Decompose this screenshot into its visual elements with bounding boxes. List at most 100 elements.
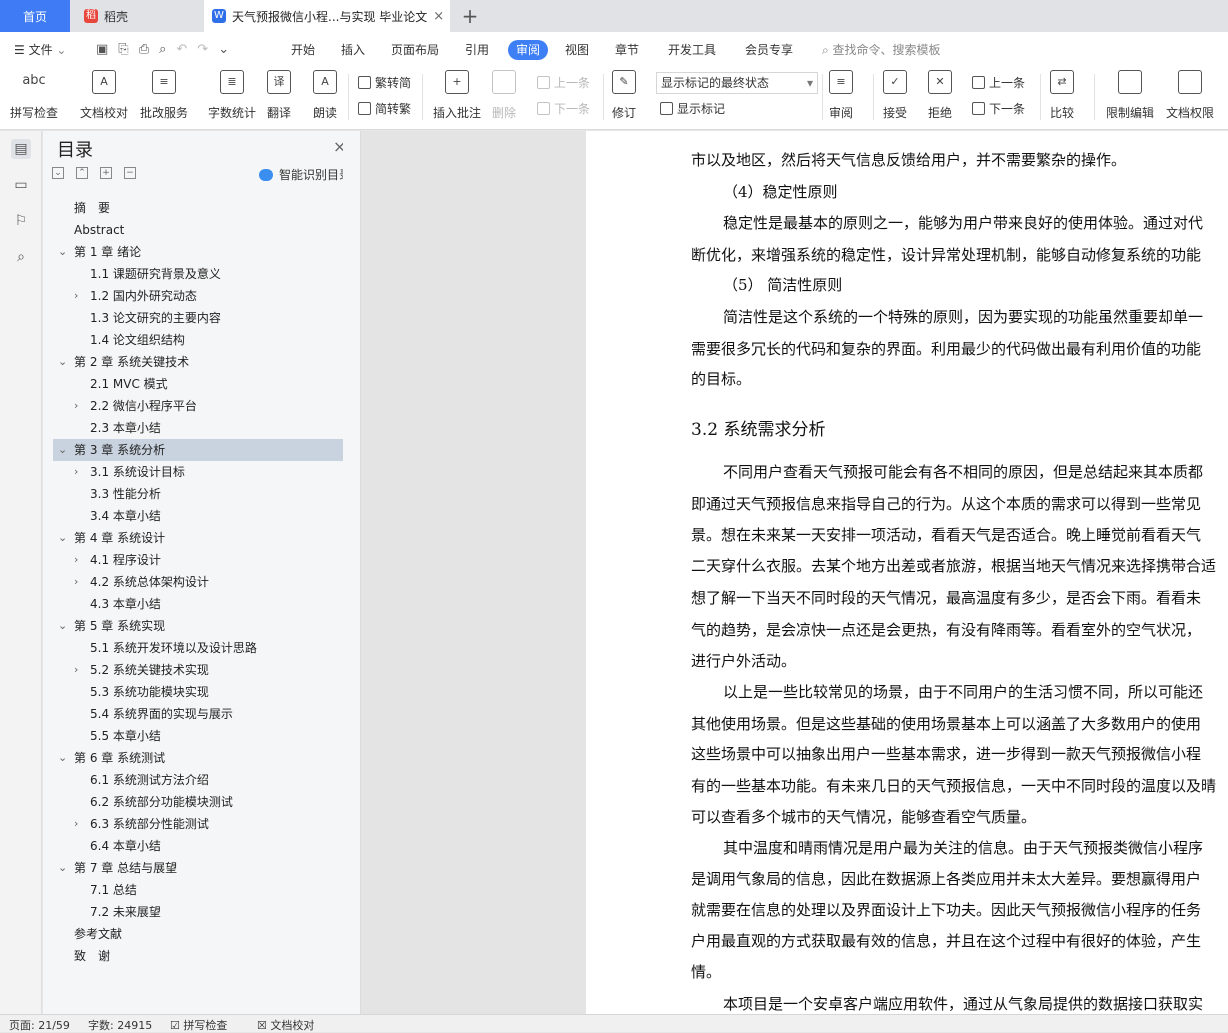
- tab-document[interactable]: W 天气预报微信小程...与实现 毕业论文 ×: [204, 0, 450, 32]
- toc-item[interactable]: 摘 要: [74, 197, 110, 219]
- toc-item[interactable]: 2.3 本章小结: [90, 417, 161, 439]
- quick-access-toolbar[interactable]: ▣⎘⎙⌕↶↷⌄: [96, 40, 239, 60]
- redo-icon[interactable]: ↷: [197, 42, 218, 57]
- bookmark-icon[interactable]: ⚐: [11, 211, 31, 231]
- tab-daoke[interactable]: 稻稻壳: [72, 0, 200, 32]
- toc-item[interactable]: ⌄ 第 1 章 绪论: [58, 241, 141, 263]
- reject-button[interactable]: ✕ 拒绝: [928, 70, 952, 121]
- menu-insert[interactable]: 插入: [341, 40, 365, 60]
- chevron-down-icon[interactable]: ⌄: [58, 351, 67, 373]
- toc-item[interactable]: ⌄ 第 2 章 系统关键技术: [58, 351, 189, 373]
- chevron-down-icon[interactable]: ⌄: [58, 527, 67, 549]
- collapse-all-icon[interactable]: ⌃: [76, 167, 88, 179]
- track-changes-button[interactable]: ✎ 修订: [612, 70, 636, 121]
- prev-change-button[interactable]: 上一条: [972, 74, 1025, 91]
- insert-comment-button[interactable]: + 插入批注: [433, 70, 481, 121]
- command-search[interactable]: ⌕ 查找命令、搜索模板: [822, 40, 941, 60]
- new-tab-button[interactable]: +: [458, 0, 482, 32]
- chevron-right-icon[interactable]: ›: [74, 461, 78, 483]
- preview-icon[interactable]: ⌕: [159, 42, 176, 57]
- spell-check-button[interactable]: abc 拼写检查: [10, 70, 58, 121]
- toc-item[interactable]: › 4.2 系统总体架构设计: [74, 571, 209, 593]
- read-aloud-button[interactable]: A 朗读: [313, 70, 337, 121]
- toc-item[interactable]: 6.2 系统部分功能模块测试: [90, 791, 233, 813]
- chevron-right-icon[interactable]: ›: [74, 813, 78, 835]
- toc-scrollbar[interactable]: [343, 131, 355, 1014]
- toc-item[interactable]: 5.4 系统界面的实现与展示: [90, 703, 233, 725]
- delete-comment-button[interactable]: 删除: [492, 70, 516, 121]
- close-tab-icon[interactable]: ×: [433, 9, 444, 24]
- chevron-down-icon[interactable]: ⌄: [58, 747, 67, 769]
- show-markup-button[interactable]: 显示标记: [660, 100, 725, 117]
- toc-item[interactable]: 7.2 未来展望: [90, 901, 161, 923]
- toc-item[interactable]: 5.3 系统功能模块实现: [90, 681, 209, 703]
- page-indicator[interactable]: 页面: 21/59: [9, 1017, 70, 1033]
- chevron-right-icon[interactable]: ›: [74, 659, 78, 681]
- toc-item[interactable]: › 4.1 程序设计: [74, 549, 161, 571]
- menu-developer[interactable]: 开发工具: [668, 40, 716, 60]
- toc-item[interactable]: 6.1 系统测试方法介绍: [90, 769, 209, 791]
- toc-item[interactable]: ⌄ 第 3 章 系统分析: [58, 439, 165, 461]
- menu-layout[interactable]: 页面布局: [391, 40, 439, 60]
- customize-icon[interactable]: ⌄: [218, 42, 239, 57]
- doc-rights-button[interactable]: 文档权限: [1166, 70, 1214, 121]
- toc-item[interactable]: 5.5 本章小结: [90, 725, 161, 747]
- toc-item[interactable]: ⌄ 第 7 章 总结与展望: [58, 857, 177, 879]
- toc-item[interactable]: 6.4 本章小结: [90, 835, 161, 857]
- chevron-down-icon[interactable]: ⌄: [58, 439, 67, 461]
- toc-item[interactable]: 4.3 本章小结: [90, 593, 161, 615]
- toc-item[interactable]: › 2.2 微信小程序平台: [74, 395, 197, 417]
- menu-start[interactable]: 开始: [291, 40, 315, 60]
- trad-to-simp-button[interactable]: 繁转简: [358, 74, 411, 91]
- toc-item[interactable]: 1.3 论文研究的主要内容: [90, 307, 221, 329]
- prev-comment-button[interactable]: 上一条: [537, 74, 590, 91]
- next-change-button[interactable]: 下一条: [972, 100, 1025, 117]
- restrict-editing-button[interactable]: 限制编辑: [1106, 70, 1154, 121]
- document-page[interactable]: 市以及地区，然后将天气信息反馈给用户，并不需要繁杂的操作。 （4）稳定性原则 稳定性…: [586, 131, 1228, 1014]
- menu-review[interactable]: 审阅: [508, 40, 549, 60]
- next-comment-button[interactable]: 下一条: [537, 100, 590, 117]
- review-pane-button[interactable]: ≡ 审阅: [829, 70, 853, 121]
- toc-item[interactable]: 1.4 论文组织结构: [90, 329, 185, 351]
- add-heading-icon[interactable]: +: [100, 167, 112, 179]
- toc-icon[interactable]: ▤: [11, 139, 31, 159]
- search-icon[interactable]: ⌕: [11, 247, 31, 267]
- toc-item[interactable]: › 3.1 系统设计目标: [74, 461, 185, 483]
- toc-item[interactable]: 参考文献: [74, 923, 122, 945]
- batch-service-button[interactable]: ≡ 批改服务: [140, 70, 188, 121]
- translate-button[interactable]: 译翻译: [267, 70, 291, 121]
- smart-toc-button[interactable]: 智能识别目录: [259, 166, 351, 183]
- status-spell-check[interactable]: ☑ 拼写检查: [170, 1017, 227, 1033]
- chevron-right-icon[interactable]: ›: [74, 395, 78, 417]
- chevron-down-icon[interactable]: ⌄: [58, 615, 67, 637]
- chevron-right-icon[interactable]: ›: [74, 549, 78, 571]
- chevron-right-icon[interactable]: ›: [74, 571, 78, 593]
- menu-view[interactable]: 视图: [565, 40, 589, 60]
- status-doc-check[interactable]: ☒ 文档校对: [257, 1017, 314, 1033]
- tab-home[interactable]: 首页: [0, 0, 70, 32]
- toc-item[interactable]: › 5.2 系统关键技术实现: [74, 659, 209, 681]
- remove-heading-icon[interactable]: −: [124, 167, 136, 179]
- toc-item[interactable]: › 6.3 系统部分性能测试: [74, 813, 209, 835]
- toc-item[interactable]: ⌄ 第 4 章 系统设计: [58, 527, 165, 549]
- file-menu[interactable]: ☰ 文件 ⌄: [14, 40, 66, 60]
- chevron-down-icon[interactable]: ⌄: [58, 241, 67, 263]
- chapter-nav-icon[interactable]: ▭: [11, 175, 31, 195]
- doc-check-button[interactable]: A 文档校对: [80, 70, 128, 121]
- word-count-button[interactable]: ≣ 字数统计: [208, 70, 256, 121]
- toc-item[interactable]: 7.1 总结: [90, 879, 137, 901]
- menu-member[interactable]: 会员专享: [745, 40, 793, 60]
- expand-all-icon[interactable]: ⌄: [52, 167, 64, 179]
- menu-chapter[interactable]: 章节: [615, 40, 639, 60]
- menu-reference[interactable]: 引用: [465, 40, 489, 60]
- compare-button[interactable]: ⇄ 比较: [1050, 70, 1074, 121]
- toc-item[interactable]: 1.1 课题研究背景及意义: [90, 263, 221, 285]
- print-icon[interactable]: ⎙: [139, 42, 159, 57]
- undo-icon[interactable]: ↶: [176, 42, 197, 57]
- word-count-indicator[interactable]: 字数: 24915: [88, 1017, 152, 1033]
- toc-item[interactable]: 2.1 MVC 模式: [90, 373, 168, 395]
- toc-item[interactable]: 致 谢: [74, 945, 110, 967]
- export-icon[interactable]: ⎘: [118, 42, 138, 57]
- toc-item[interactable]: 5.1 系统开发环境以及设计思路: [90, 637, 257, 659]
- markup-state-select[interactable]: 显示标记的最终状态 ▾: [656, 72, 818, 94]
